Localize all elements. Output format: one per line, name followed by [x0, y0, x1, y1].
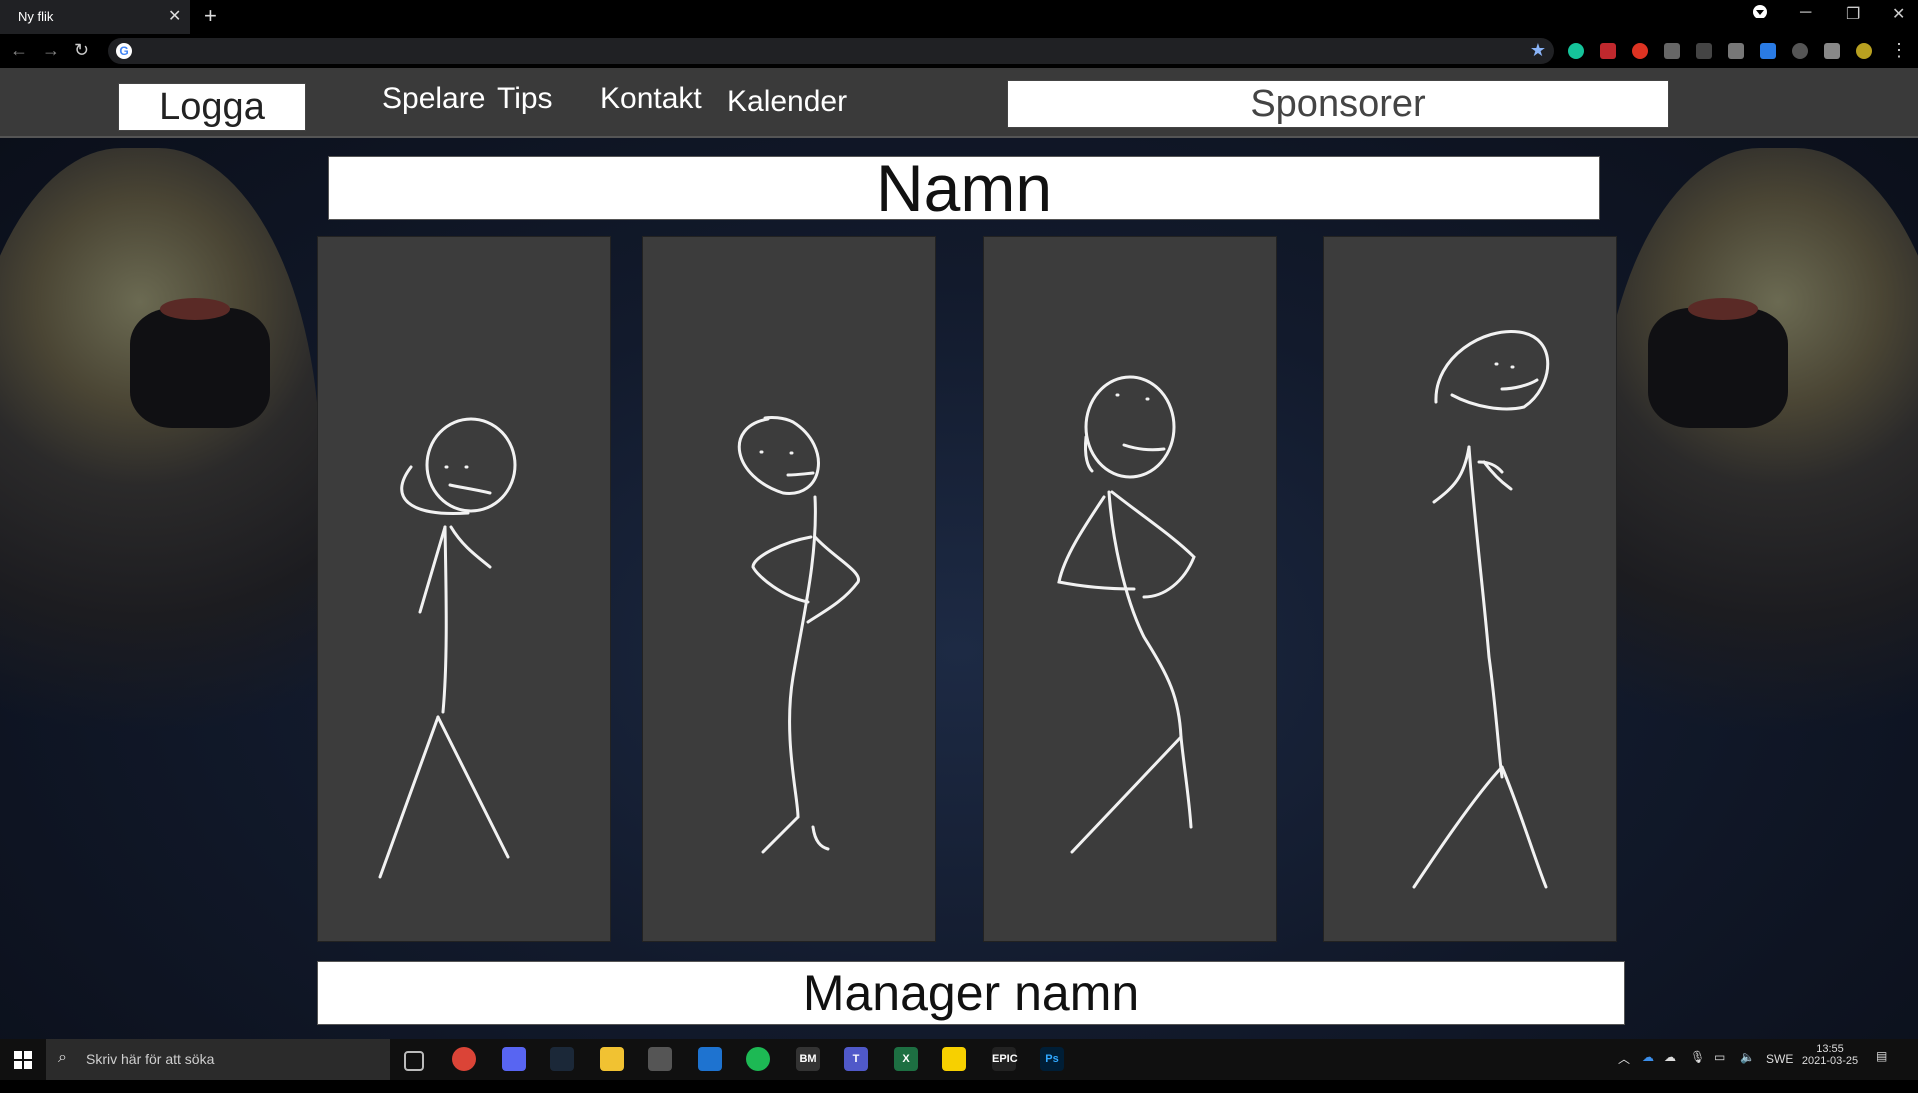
grammarly-icon[interactable]	[1568, 43, 1584, 59]
clock-date: 2021-03-25	[1801, 1055, 1859, 1067]
chrome-icon[interactable]	[452, 1047, 476, 1071]
restore-button[interactable]: ❐	[1846, 4, 1860, 24]
volume-icon[interactable]: 🔈	[1740, 1050, 1755, 1091]
nav-link-spelare[interactable]: Spelare	[382, 82, 485, 116]
stick-figure-drawing	[1057, 375, 1196, 854]
notification-icon[interactable]: ▤	[1876, 1049, 1887, 1090]
sticky-notes-icon[interactable]	[942, 1047, 966, 1071]
back-icon[interactable]: ←	[10, 40, 28, 61]
close-icon[interactable]: ✕	[168, 6, 181, 26]
player-card[interactable]	[317, 236, 611, 942]
extension-icon[interactable]	[1792, 43, 1808, 59]
minimize-button[interactable]: ─	[1800, 4, 1811, 22]
taskbar-search[interactable]: ⌕ Skriv här för att söka	[46, 1039, 390, 1080]
steam-icon[interactable]	[550, 1047, 574, 1071]
reload-icon[interactable]: ↻	[74, 40, 89, 61]
browser-tab-strip: Ny flik ✕ + ─ ❐ ✕	[0, 0, 1918, 34]
manager-name: Manager namn	[317, 961, 1625, 1025]
address-bar[interactable]: G ★	[108, 38, 1554, 64]
calendar-icon[interactable]	[1728, 43, 1744, 59]
chevron-up-icon[interactable]: ︿	[1618, 1050, 1630, 1091]
search-icon: ⌕	[58, 1049, 67, 1066]
close-window-button[interactable]: ✕	[1892, 4, 1905, 24]
browser-tab[interactable]: Ny flik ✕	[0, 0, 190, 34]
excel-icon[interactable]: X	[894, 1047, 918, 1071]
photoshop-icon[interactable]: Ps	[1040, 1047, 1064, 1071]
spotify-icon[interactable]	[746, 1047, 770, 1071]
browser-toolbar: ← → ↻ G ★ ⋮	[0, 34, 1918, 68]
bookmark-star-icon[interactable]: ★	[1530, 40, 1546, 61]
background-soldier-right	[1598, 148, 1918, 848]
language-indicator[interactable]: SWE	[1766, 1052, 1793, 1093]
sponsors-banner[interactable]: Sponsorer	[1007, 80, 1669, 128]
site-navbar: Logga Spelare Tips Kontakt Kalender Spon…	[0, 68, 1918, 138]
page-title: Namn	[328, 155, 1600, 221]
adblock-icon[interactable]	[1600, 43, 1616, 59]
clock[interactable]: 13:55 2021-03-25	[1798, 1043, 1862, 1067]
player-card[interactable]	[983, 236, 1277, 942]
nav-link-kontakt[interactable]: Kontakt	[600, 82, 702, 116]
network-icon[interactable]: ▭	[1714, 1050, 1725, 1091]
new-tab-button[interactable]: +	[204, 3, 217, 29]
task-view-icon[interactable]	[404, 1051, 424, 1071]
extension-red-icon[interactable]	[1632, 43, 1648, 59]
cloud-icon[interactable]	[1760, 43, 1776, 59]
puzzle-icon[interactable]	[1824, 43, 1840, 59]
bm-app-icon[interactable]: BM	[796, 1047, 820, 1071]
teams-icon[interactable]: T	[844, 1047, 868, 1071]
cloud-icon[interactable]: ☁	[1664, 1050, 1676, 1091]
app-icon[interactable]	[648, 1047, 672, 1071]
epic-games-icon[interactable]: EPIC	[992, 1047, 1018, 1071]
forward-icon[interactable]: →	[42, 40, 60, 61]
stick-figure-drawing	[378, 417, 517, 879]
windows-start-icon[interactable]	[14, 1051, 32, 1069]
profile-icon[interactable]	[1752, 2, 1768, 19]
background-soldier-left	[0, 148, 320, 848]
windows-taskbar: ⌕ Skriv här för att söka BM T X EPIC Ps …	[0, 1039, 1918, 1080]
avatar[interactable]	[1856, 43, 1872, 59]
onedrive-icon[interactable]: ☁	[1642, 1050, 1654, 1091]
mail-icon[interactable]	[698, 1047, 722, 1071]
file-explorer-icon[interactable]	[600, 1047, 624, 1071]
player-card[interactable]	[642, 236, 936, 942]
nav-link-kalender[interactable]: Kalender	[727, 85, 847, 119]
google-icon: G	[116, 43, 132, 59]
logo-placeholder[interactable]: Logga	[118, 83, 306, 131]
clock-time: 13:55	[1816, 1043, 1844, 1055]
menu-icon[interactable]: ⋮	[1890, 40, 1908, 61]
stick-figure-drawing	[1412, 329, 1550, 889]
tab-title: Ny flik	[18, 9, 54, 24]
discord-icon[interactable]	[502, 1047, 526, 1071]
nav-link-tips[interactable]: Tips	[497, 82, 553, 116]
pen-icon[interactable]	[1696, 43, 1712, 59]
search-placeholder: Skriv här för att söka	[86, 1051, 215, 1067]
player-card[interactable]	[1323, 236, 1617, 942]
stick-figure-drawing	[737, 416, 860, 854]
web-page: Logga Spelare Tips Kontakt Kalender Spon…	[0, 68, 1918, 1039]
microphone-icon[interactable]: 🎙	[1690, 1050, 1705, 1091]
shield-icon[interactable]	[1664, 43, 1680, 59]
